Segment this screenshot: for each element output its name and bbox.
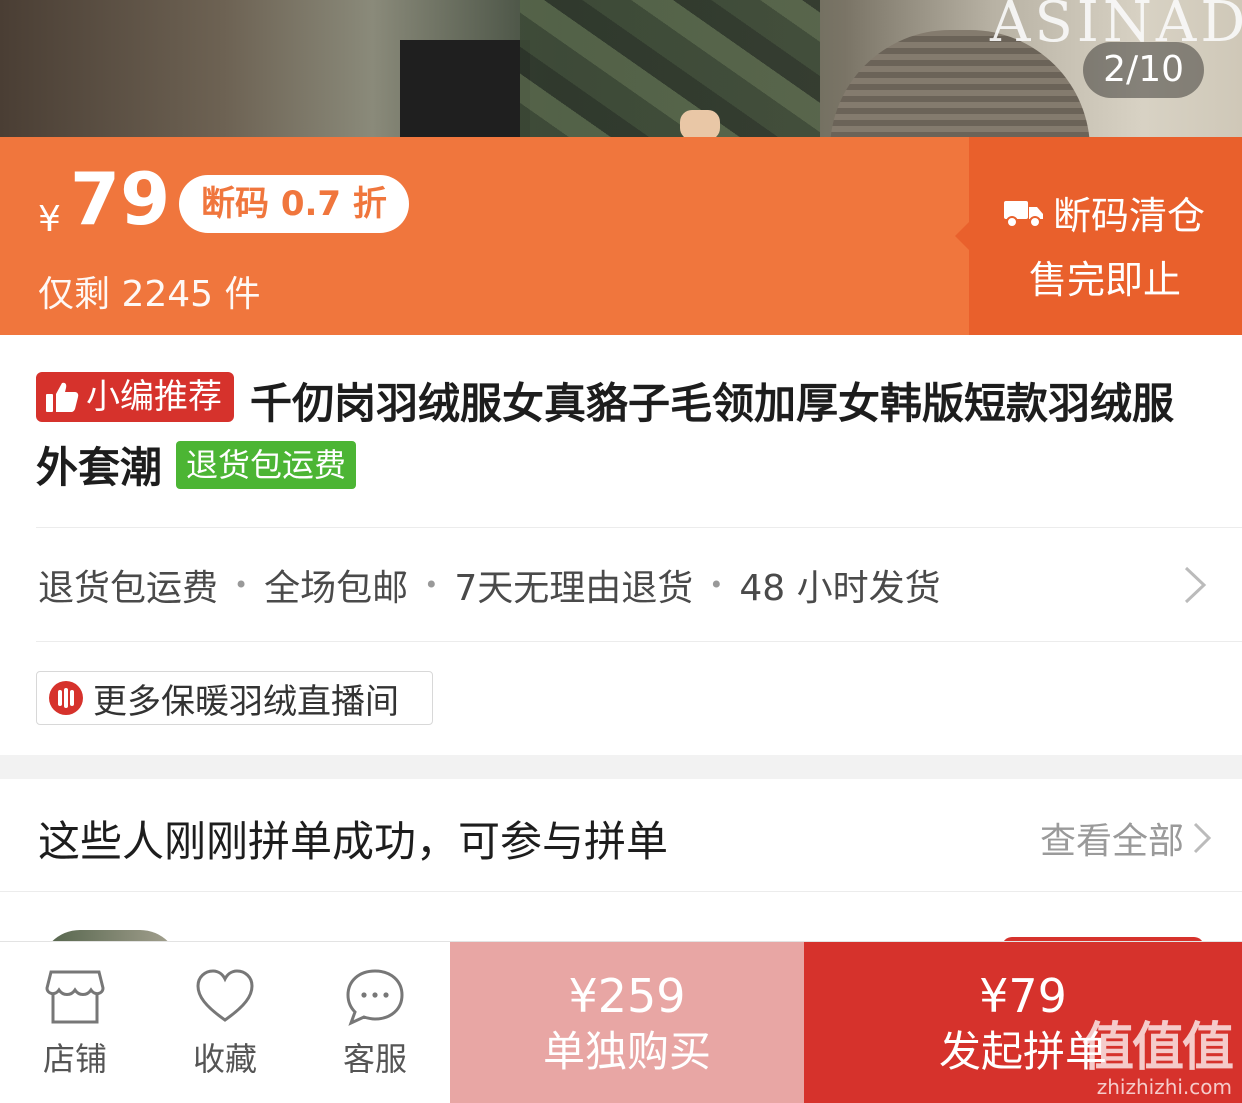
separator-dot: • bbox=[424, 571, 439, 599]
watermark: 值值值 zhizhizhi.com bbox=[1081, 1018, 1234, 1099]
image-counter: 2/10 bbox=[1083, 42, 1204, 98]
editor-recommend-label: 小编推荐 bbox=[86, 377, 222, 417]
clearance-title-text: 断码清仓 bbox=[1053, 194, 1206, 238]
clearance-panel: 断码清仓 售完即止 bbox=[955, 137, 1242, 335]
bottom-action-bar: 店铺 收藏 客服 ¥259 单独购买 ¥79 发起拼单 值值值 zhizhizh… bbox=[0, 941, 1242, 1103]
stock-remaining: 仅剩 2245 件 bbox=[38, 274, 261, 315]
section-gap bbox=[0, 755, 1242, 779]
product-title-block: 小编推荐 千仞岗羽绒服女真貉子毛领加厚女韩版短款羽绒服外套潮 退货包运费 bbox=[36, 372, 1206, 500]
service-free-shipping: 全场包邮 bbox=[264, 568, 409, 609]
return-shipping-tag: 退货包运费 bbox=[176, 441, 357, 489]
start-group-buy-button[interactable]: ¥79 发起拼单 值值值 zhizhizhi.com bbox=[804, 942, 1242, 1103]
separator-dot: • bbox=[234, 571, 249, 599]
clearance-title: 断码清仓 bbox=[1003, 185, 1205, 240]
chat-icon bbox=[346, 969, 404, 1026]
photo-hand bbox=[680, 110, 720, 137]
discount-badge: 断码 0.7 折 bbox=[179, 175, 409, 233]
store-icon bbox=[45, 970, 105, 1024]
buy-alone-button[interactable]: ¥259 单独购买 bbox=[450, 942, 804, 1103]
tab-customer-service-label: 客服 bbox=[342, 1040, 407, 1078]
photo-coat bbox=[520, 0, 820, 137]
live-icon bbox=[49, 681, 83, 715]
tab-store[interactable]: 店铺 bbox=[0, 942, 150, 1103]
service-7day-return: 7天无理由退货 bbox=[454, 568, 694, 609]
truck-icon bbox=[1004, 200, 1043, 228]
service-guarantees[interactable]: 退货包运费 • 全场包邮 • 7天无理由退货 • 48 小时发货 bbox=[38, 558, 1218, 612]
chevron-right-icon bbox=[1193, 822, 1212, 854]
tab-favorite-label: 收藏 bbox=[192, 1040, 257, 1078]
watermark-site: zhizhizhi.com bbox=[1096, 1075, 1232, 1099]
service-return-shipping: 退货包运费 bbox=[38, 568, 219, 609]
price-banner: ¥ 79 断码 0.7 折 仅剩 2245 件 断码清仓 售完即止 bbox=[0, 137, 1242, 335]
clearance-subtitle: 售完即止 bbox=[1029, 258, 1182, 302]
tab-store-label: 店铺 bbox=[42, 1040, 107, 1078]
separator-dot: • bbox=[709, 571, 724, 599]
live-room-label: 更多保暖羽绒直播间 bbox=[93, 681, 399, 722]
view-all-label: 查看全部 bbox=[1039, 821, 1184, 862]
divider bbox=[36, 641, 1242, 642]
editor-recommend-tag: 小编推荐 bbox=[36, 372, 234, 422]
product-image[interactable]: ASINADA 2/10 bbox=[0, 0, 1242, 137]
sale-price: 79 bbox=[70, 157, 171, 241]
divider bbox=[0, 891, 1242, 892]
solo-price: ¥259 bbox=[568, 969, 686, 1023]
currency-symbol: ¥ bbox=[38, 199, 61, 240]
watermark-brand: 值值值 bbox=[1081, 1018, 1234, 1078]
service-48h-shipping: 48 小时发货 bbox=[739, 568, 941, 609]
tab-favorite[interactable]: 收藏 bbox=[150, 942, 300, 1103]
photo-legs bbox=[400, 40, 530, 137]
tab-customer-service[interactable]: 客服 bbox=[300, 942, 450, 1103]
view-all-link[interactable]: 查看全部 bbox=[1040, 812, 1212, 864]
divider bbox=[36, 527, 1242, 528]
group-buy-title: 这些人刚刚拼单成功，可参与拼单 bbox=[38, 817, 669, 866]
live-room-button[interactable]: 更多保暖羽绒直播间 bbox=[36, 671, 433, 725]
thumbs-up-icon bbox=[46, 382, 79, 412]
chevron-right-icon[interactable] bbox=[1182, 565, 1208, 605]
heart-icon bbox=[196, 969, 254, 1022]
group-price: ¥79 bbox=[979, 969, 1067, 1023]
solo-label: 单独购买 bbox=[542, 1027, 711, 1076]
